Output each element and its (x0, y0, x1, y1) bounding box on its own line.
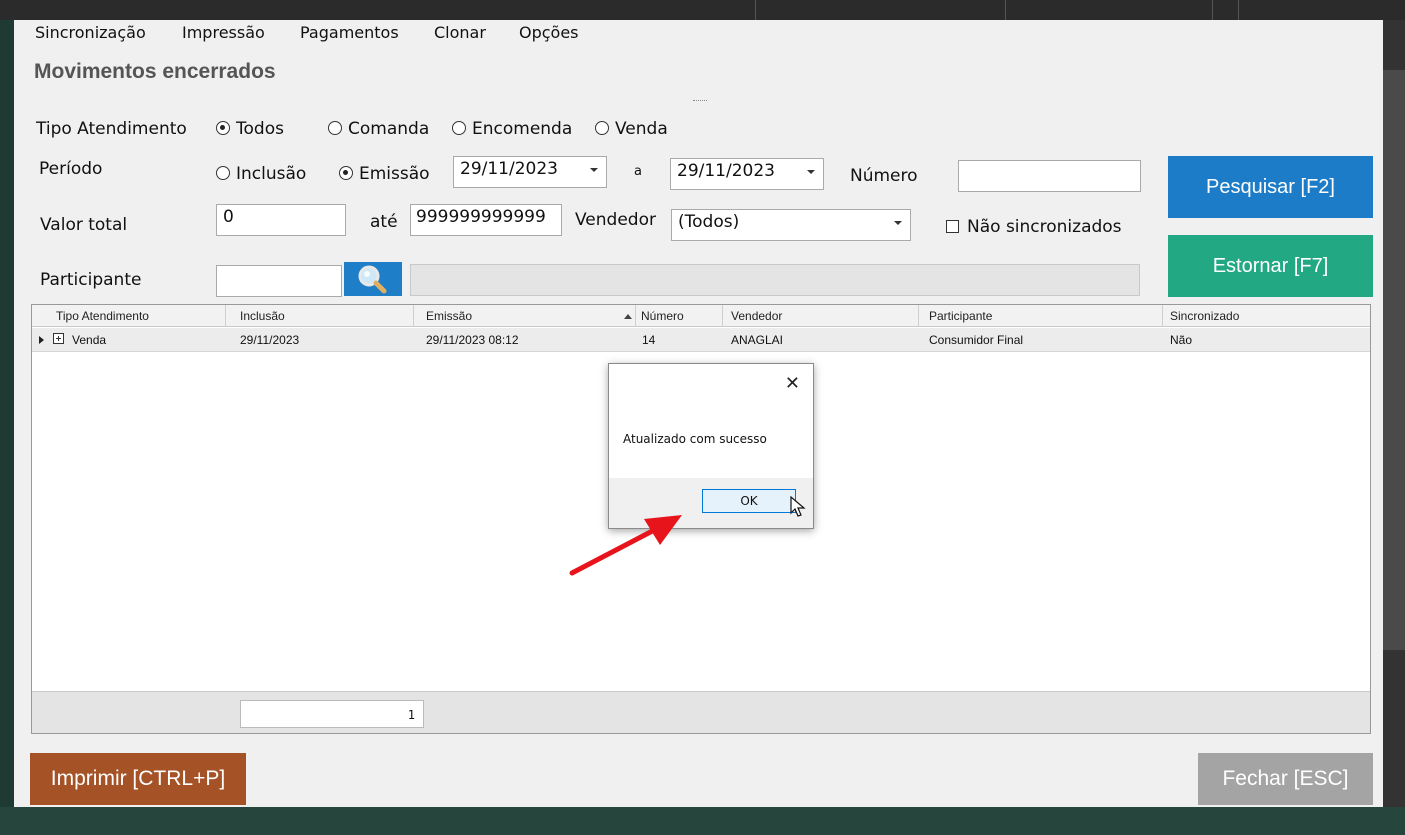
imprimir-button[interactable]: Imprimir [CTRL+P] (30, 753, 246, 805)
cell-emissao: 29/11/2023 08:12 (426, 333, 519, 347)
vendedor-select[interactable]: (Todos) (671, 209, 911, 241)
table-row[interactable]: Venda 29/11/2023 29/11/2023 08:12 14 ANA… (32, 328, 1370, 352)
radio-periodo-emissao[interactable]: Emissão (339, 164, 430, 184)
cell-inclusao: 29/11/2023 (240, 333, 300, 347)
vendedor-value: (Todos) (678, 212, 740, 232)
menu-sincronizacao[interactable]: Sincronização (35, 23, 146, 42)
radio-unselected-icon (328, 121, 342, 135)
valor-until-label: até (370, 212, 398, 232)
radio-tipo-todos[interactable]: Todos (216, 119, 284, 139)
cell-vendedor: ANAGLAI (731, 333, 784, 347)
expand-plus-icon[interactable] (53, 333, 64, 344)
participante-code-input[interactable] (216, 265, 342, 297)
column-header-numero[interactable]: Número (641, 309, 684, 323)
valor-from-input[interactable]: 0 (216, 204, 346, 236)
background-titlebar (0, 0, 1405, 20)
nao-sincronizados-label: Não sincronizados (967, 217, 1122, 237)
cell-tipo: Venda (72, 333, 107, 347)
date-from-picker[interactable]: 29/11/2023 (453, 156, 607, 188)
column-separator[interactable] (413, 305, 414, 327)
periodo-label: Período (39, 159, 103, 179)
numero-label: Número (850, 166, 918, 186)
column-separator[interactable] (635, 305, 636, 327)
pesquisar-button[interactable]: Pesquisar [F2] (1168, 156, 1373, 218)
ok-button[interactable]: OK (702, 489, 796, 513)
column-header-inclusao[interactable]: Inclusão (240, 309, 285, 323)
column-header-sincronizado[interactable]: Sincronizado (1170, 309, 1239, 323)
menu-bar: Sincronização Impressão Pagamentos Clona… (14, 20, 1383, 46)
column-header-emissao[interactable]: Emissão (426, 309, 472, 323)
valor-total-label: Valor total (40, 215, 128, 235)
resize-grip[interactable] (693, 100, 707, 102)
radio-selected-icon (216, 121, 230, 135)
column-separator[interactable] (918, 305, 919, 327)
radio-tipo-comanda-label: Comanda (348, 119, 430, 139)
column-header-vendedor[interactable]: Vendedor (731, 309, 782, 323)
menu-opcoes[interactable]: Opções (519, 23, 579, 42)
fechar-button[interactable]: Fechar [ESC] (1198, 753, 1373, 805)
numero-input[interactable] (958, 160, 1141, 192)
tipo-atendimento-label: Tipo Atendimento (36, 119, 187, 139)
page-title: Movimentos encerrados (34, 60, 276, 83)
menu-pagamentos[interactable]: Pagamentos (300, 23, 399, 42)
radio-tipo-encomenda-label: Encomenda (472, 119, 573, 139)
column-separator[interactable] (1162, 305, 1163, 327)
column-header-participante[interactable]: Participante (929, 309, 992, 323)
nao-sincronizados-checkbox[interactable]: Não sincronizados (946, 217, 1122, 237)
radio-unselected-icon (595, 121, 609, 135)
menu-clonar[interactable]: Clonar (434, 23, 486, 42)
date-to-value: 29/11/2023 (677, 161, 775, 181)
radio-periodo-emissao-label: Emissão (359, 164, 430, 184)
participante-search-button[interactable] (344, 262, 402, 296)
date-to-separator: a (634, 164, 642, 179)
row-count-field: 1 (240, 700, 424, 728)
checkbox-unchecked-icon (946, 220, 959, 233)
radio-tipo-encomenda[interactable]: Encomenda (452, 119, 572, 139)
dropdown-arrow-icon (894, 221, 902, 225)
radio-tipo-comanda[interactable]: Comanda (328, 119, 429, 139)
participante-label: Participante (40, 270, 142, 290)
radio-unselected-icon (216, 166, 230, 180)
estornar-button[interactable]: Estornar [F7] (1168, 235, 1373, 297)
radio-periodo-inclusao[interactable]: Inclusão (216, 164, 306, 184)
cell-sincronizado: Não (1170, 333, 1193, 347)
background-cell-divider (1005, 0, 1006, 20)
date-to-picker[interactable]: 29/11/2023 (670, 158, 824, 190)
dropdown-arrow-icon (807, 170, 815, 174)
radio-tipo-venda[interactable]: Venda (595, 119, 668, 139)
magnifier-icon (358, 265, 387, 294)
radio-selected-icon (339, 166, 353, 180)
mouse-cursor-icon (790, 496, 806, 517)
column-separator[interactable] (722, 305, 723, 327)
column-separator[interactable] (225, 305, 226, 327)
annotation-arrow-icon (569, 515, 682, 576)
background-cell-divider (1212, 0, 1213, 20)
date-from-value: 29/11/2023 (460, 159, 558, 179)
dropdown-arrow-icon (590, 168, 598, 172)
participante-description-field (410, 264, 1140, 296)
sort-ascending-icon (624, 314, 632, 319)
grid-footer: 1 (32, 691, 1370, 733)
dialog-message: Atualizado com sucesso (623, 432, 767, 446)
cell-numero: 14 (642, 333, 656, 347)
grid-header: Tipo Atendimento Inclusão Emissão Número… (32, 305, 1370, 327)
menu-impressao[interactable]: Impressão (182, 23, 265, 42)
background-cell-divider (755, 0, 756, 20)
radio-tipo-todos-label: Todos (236, 119, 284, 139)
cell-participante: Consumidor Final (929, 333, 1024, 347)
radio-periodo-inclusao-label: Inclusão (236, 164, 307, 184)
column-header-tipo[interactable]: Tipo Atendimento (56, 309, 149, 323)
background-cell-divider (1238, 0, 1239, 20)
background-status-bar (0, 807, 1405, 835)
vendedor-label: Vendedor (575, 210, 656, 230)
radio-tipo-venda-label: Venda (615, 119, 668, 139)
close-icon[interactable]: ✕ (785, 373, 800, 394)
background-right-band (1383, 70, 1405, 650)
valor-to-input[interactable]: 999999999999 (410, 204, 562, 236)
radio-unselected-icon (452, 121, 466, 135)
row-indicator-icon (39, 336, 44, 344)
